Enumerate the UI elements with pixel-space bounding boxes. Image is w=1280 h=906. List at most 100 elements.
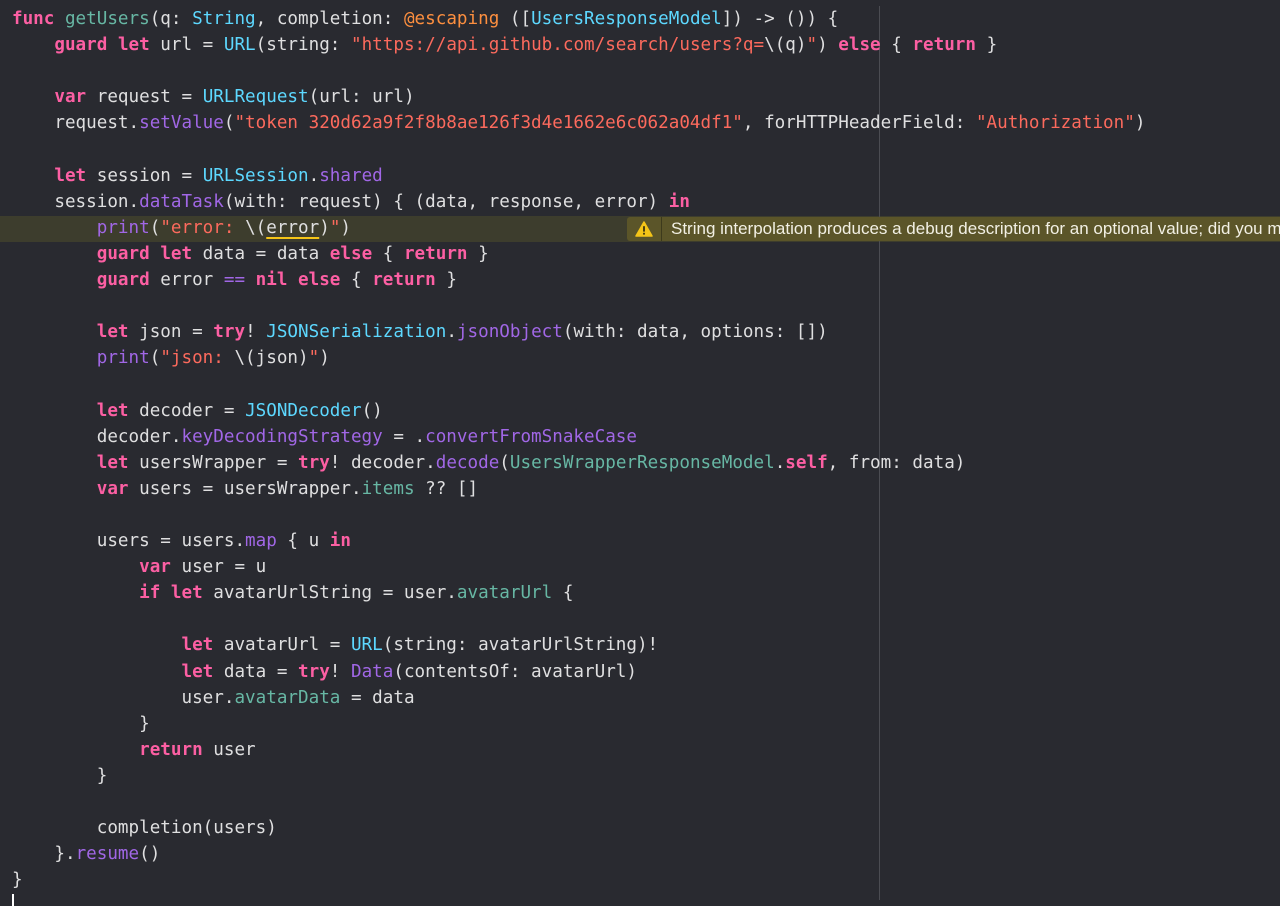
code-token: let [96,322,129,343]
code-line[interactable]: let data = try! Data(contentsOf: avatarU… [12,659,637,685]
code-line[interactable]: }.resume() [12,841,160,867]
code-token: ( [499,452,510,473]
code-line[interactable]: request.setValue("token 320d62a9f2f8b8ae… [12,110,1145,136]
code-token: \(json) [234,348,309,369]
code-token: JSONSerialization [266,322,447,343]
code-token: func [12,9,55,29]
code-token: return [139,739,203,760]
code-token: ! [245,322,267,343]
code-token: URLSession [202,165,309,186]
code-line[interactable]: guard let url = URL(string: "https://api… [12,32,997,58]
code-token: avatarUrlString = user. [202,583,457,604]
code-line[interactable]: var users = usersWrapper.items ?? [] [12,476,478,502]
code-token: URLRequest [202,87,309,108]
code-line[interactable]: session.dataTask(with: request) { (data,… [12,189,690,215]
code-token: usersWrapper = [128,452,299,473]
code-token: ! decoder. [329,452,436,473]
code-token: } [435,270,457,290]
code-line[interactable]: guard error == nil else { return } [12,267,457,293]
code-line[interactable]: if let avatarUrlString = user.avatarUrl … [12,580,573,606]
code-line[interactable]: users = users.map { u in [12,528,351,554]
code-token: . [774,452,786,473]
code-line[interactable]: guard let data = data else { return } [12,241,489,267]
code-token: { [552,583,574,604]
code-token: ( [223,113,235,134]
code-line[interactable]: func getUsers(q: String, completion: @es… [12,6,838,32]
code-token: let [181,635,214,656]
code-token: in [668,191,690,212]
code-line[interactable]: user.avatarData = data [12,685,415,711]
code-token: String [192,9,256,29]
code-line[interactable]: return user [12,737,256,763]
code-line[interactable]: var request = URLRequest(url: url) [12,84,414,110]
code-token: request. [12,113,140,134]
code-token: request = [86,87,203,108]
code-token: avatarUrl = [213,635,351,656]
code-token: dataTask [139,191,224,212]
code-line[interactable]: decoder.keyDecodingStrategy = .convertFr… [12,424,637,450]
code-token: nil [255,270,288,290]
code-editor[interactable]: func getUsers(q: String, completion: @es… [0,6,1280,904]
code-token: ) [319,348,330,369]
code-line[interactable]: var user = u [12,554,266,580]
code-line[interactable]: let decoder = JSONDecoder() [12,398,383,424]
code-token: " [806,35,818,56]
code-token: avatarUrl [456,583,553,604]
warning-triangle-icon [627,217,662,241]
code-line[interactable]: print("error: \(error)") [12,215,351,241]
code-line[interactable]: print("json: \(json)") [12,345,330,371]
code-token: () [139,844,161,865]
code-token: completion(users) [12,818,277,839]
code-token: } [12,765,108,786]
code-line[interactable]: let avatarUrl = URL(string: avatarUrlStr… [12,632,658,658]
code-token: (q: [149,9,193,29]
code-token: let [117,35,150,56]
code-token: = data [340,687,415,708]
code-line[interactable]: let json = try! JSONSerialization.jsonOb… [12,319,828,345]
code-token: guard [54,35,108,56]
code-token: decode [435,452,500,473]
code-line[interactable]: } [12,711,150,737]
code-line[interactable]: let session = URLSession.shared [12,163,383,189]
code-token: shared [319,165,383,186]
code-token: URL [223,35,256,56]
code-token: } [12,713,150,734]
code-token: try [213,322,246,343]
code-token: data = data [192,243,330,264]
code-token: UsersResponseModel [531,9,722,29]
code-token: ([ [499,9,532,29]
warning-underlined-token: error [266,217,320,238]
warning-annotation[interactable]: String interpolation produces a debug de… [627,217,1280,241]
code-token: var [139,557,171,578]
code-token: else [838,35,881,56]
code-token: \( [245,217,267,238]
code-line[interactable]: } [12,867,23,893]
code-token: in [329,531,351,551]
code-token: json = [128,322,214,343]
code-token: () [361,400,383,421]
code-token: ]) -> ()) { [721,9,839,29]
code-line[interactable]: completion(users) [12,815,277,841]
code-token: \(q) [764,35,807,56]
code-token: } [467,243,489,264]
code-token: , forHTTPHeaderField: [742,113,976,134]
code-line[interactable]: } [12,763,108,789]
code-token: guard [96,270,150,290]
code-line[interactable]: let usersWrapper = try! decoder.decode(U… [12,450,966,476]
code-token: " [308,348,320,369]
